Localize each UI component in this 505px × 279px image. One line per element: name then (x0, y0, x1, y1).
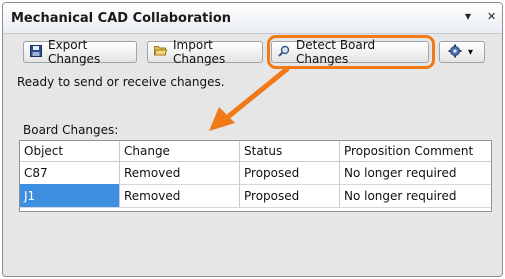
status-cell[interactable]: Proposed (240, 184, 340, 207)
column-header-change[interactable]: Change (120, 141, 240, 161)
board-changes-label: Board Changes: (23, 123, 119, 137)
table-header-row: Object Change Status Proposition Comment (20, 141, 491, 162)
column-header-object[interactable]: Object (20, 141, 120, 161)
comment-cell[interactable]: No longer required (340, 161, 491, 184)
object-cell[interactable]: C87 (20, 161, 120, 184)
change-cell[interactable]: Removed (120, 161, 240, 184)
column-header-comment[interactable]: Proposition Comment (340, 141, 491, 161)
table-row[interactable]: C87 Removed Proposed No longer required (20, 161, 491, 185)
status-cell[interactable]: Proposed (240, 161, 340, 184)
object-cell-selected[interactable]: J1 (20, 184, 120, 207)
mcad-panel: Mechanical CAD Collaboration ▾ ✕ Export … (2, 2, 503, 277)
column-header-status[interactable]: Status (240, 141, 340, 161)
board-changes-table: Object Change Status Proposition Comment… (19, 140, 492, 212)
table-row[interactable]: J1 Removed Proposed No longer required (20, 184, 491, 208)
comment-cell[interactable]: No longer required (340, 184, 491, 207)
change-cell[interactable]: Removed (120, 184, 240, 207)
